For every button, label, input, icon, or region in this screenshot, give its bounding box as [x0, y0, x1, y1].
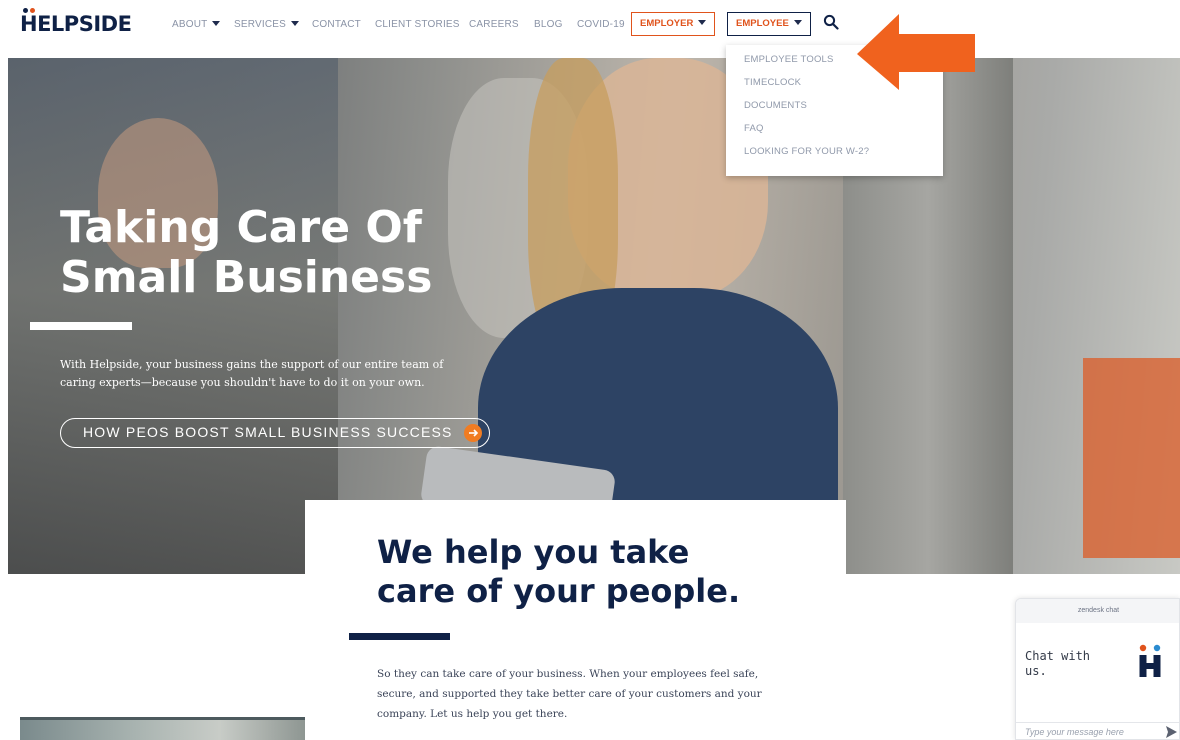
- hero-description: With Helpside, your business gains the s…: [60, 358, 444, 389]
- nav-client-stories-label: CLIENT STORIES: [375, 19, 460, 30]
- card-divider: [349, 633, 450, 640]
- nav-services-label: SERVICES: [234, 19, 286, 30]
- nav-about-label: ABOUT: [172, 19, 208, 30]
- arrow-right-icon: [464, 424, 482, 442]
- top-navigation: HELPSIDE ABOUT SERVICES CONTACT CLIENT S…: [0, 0, 1180, 46]
- nav-about[interactable]: ABOUT: [172, 19, 221, 30]
- chat-header: zendesk chat: [1016, 599, 1179, 623]
- helpside-h-logo-icon: [1139, 644, 1161, 677]
- caret-down-icon: [291, 21, 299, 26]
- chat-message-input[interactable]: [1016, 723, 1156, 739]
- chat-widget[interactable]: zendesk chat Chat with us.: [1015, 598, 1180, 740]
- hero-photo-orange-chair: [1083, 358, 1180, 558]
- caret-down-icon: [793, 20, 802, 25]
- chat-input-bar: [1016, 722, 1179, 739]
- nav-covid-19[interactable]: COVID-19: [577, 19, 625, 30]
- nav-careers-label: CAREERS: [469, 19, 519, 30]
- hero-cta-button[interactable]: HOW PEOS BOOST SMALL BUSINESS SUCCESS: [60, 418, 490, 448]
- card-title-line-2: care of your people.: [377, 572, 741, 610]
- hero-divider: [30, 322, 132, 330]
- menu-item-w2[interactable]: LOOKING FOR YOUR W-2?: [726, 146, 943, 169]
- employee-label: EMPLOYEE: [736, 18, 789, 29]
- helpside-logo[interactable]: HELPSIDE: [20, 8, 146, 36]
- hero-title-line-2: Small Business: [60, 252, 433, 303]
- card-title: We help you take care of your people.: [377, 533, 817, 611]
- nav-covid-19-label: COVID-19: [577, 19, 625, 30]
- menu-item-faq[interactable]: FAQ: [726, 123, 943, 146]
- hero-title-line-1: Taking Care Of: [60, 202, 422, 253]
- employee-menu-button[interactable]: EMPLOYEE: [727, 12, 811, 36]
- nav-blog[interactable]: BLOG: [534, 19, 563, 30]
- card-body-text: So they can take care of your business. …: [377, 668, 762, 720]
- people-card: We help you take care of your people. So…: [305, 500, 846, 740]
- menu-item-documents[interactable]: DOCUMENTS: [726, 100, 943, 123]
- nav-contact[interactable]: CONTACT: [312, 19, 361, 30]
- send-icon[interactable]: [1166, 726, 1177, 738]
- annotation-arrow-icon: [857, 14, 975, 90]
- hero-title: Taking Care Of Small Business: [60, 203, 480, 303]
- employer-menu-button[interactable]: EMPLOYER: [631, 12, 716, 36]
- hero-banner: Taking Care Of Small Business With Helps…: [8, 58, 1180, 574]
- chat-greeting: Chat with us.: [1025, 649, 1091, 678]
- bottom-section-image: [20, 717, 305, 740]
- caret-down-icon: [212, 21, 221, 26]
- employer-label: EMPLOYER: [640, 18, 694, 29]
- nav-services[interactable]: SERVICES: [234, 19, 299, 30]
- card-title-line-1: We help you take: [377, 533, 690, 571]
- nav-contact-label: CONTACT: [312, 19, 361, 30]
- search-icon[interactable]: [823, 14, 839, 30]
- nav-careers[interactable]: CAREERS: [469, 19, 519, 30]
- nav-client-stories[interactable]: CLIENT STORIES: [375, 19, 460, 30]
- hero-cta-label: HOW PEOS BOOST SMALL BUSINESS SUCCESS: [83, 424, 453, 440]
- nav-blog-label: BLOG: [534, 19, 563, 30]
- caret-down-icon: [698, 20, 707, 25]
- logo-text: HELPSIDE: [20, 12, 132, 36]
